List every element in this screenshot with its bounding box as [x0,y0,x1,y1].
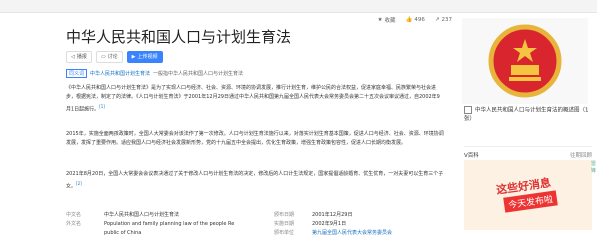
main-content: ★ 收藏 👍 496 ↗ 237 中华人民共和国人口与计划生育法 ◁ 播报 ▭ … [54,12,452,240]
synonym-link[interactable]: 中华人民共和国计划生育法 [90,70,150,77]
reference-2[interactable]: [2] [76,181,82,186]
discuss-label: 讨论 [107,54,118,60]
like-button[interactable]: 👍 496 [406,16,425,24]
star-icon: ★ [377,17,383,23]
chat-icon: ▭ [100,54,106,60]
image-caption[interactable]: 中华人民共和国人口与计划生育法的概述图（1张） [464,106,592,123]
info-value: public of China [104,229,142,236]
share-count: 237 [441,17,453,23]
upload-video-button[interactable]: ▶ 上传视频 [126,51,163,63]
vbaike-header: V百科 往期回顾 [464,146,592,159]
gallery-icon [464,106,472,114]
national-emblem-icon [488,24,562,98]
info-value: 2001年12月29日 [312,212,353,218]
paragraph-3-text: 2021年8月20日，全国人大常委会会议表决通过了关于修改人口与计划生育法的决定… [66,171,444,190]
info-key: 颁布单位 [274,230,295,236]
play-button[interactable]: ◁ 播报 [66,51,92,63]
speaker-icon: ◁ [71,54,75,60]
upload-video-label: 上传视频 [137,54,158,60]
info-value-link[interactable]: 第九届全国人民代表大会常务委员会 [312,229,392,236]
synonym-row: 同义词 中华人民共和国计划生育法 一般指中华人民共和国人口与计划生育法 [66,69,243,78]
header-actions: ★ 收藏 👍 496 ↗ 237 [378,16,452,24]
thumb-up-icon: 👍 [405,17,413,23]
info-key: 中文名 [66,212,82,218]
paragraph-2: 2015年，实施全面两孩政策时，全国人大常委会对该法作了第一次修改。人口与计划生… [66,130,444,148]
play-label: 播报 [76,54,87,60]
vbaike-title: V百科 [464,153,479,159]
past-review-link[interactable]: 往期回顾 [570,151,592,159]
info-row: 中文名 中华人民共和国人口与计划生育法 颁布日期 2001年12月29日 [66,210,440,219]
info-key: 颁布日期 [274,212,295,218]
info-value: 中华人民共和国人口与计划生育法 [104,212,180,218]
info-box: 中文名 中华人民共和国人口与计划生育法 颁布日期 2001年12月29日 外文名… [66,210,440,237]
synonym-text: 一般指中华人民共和国人口与计划生育法 [153,71,244,77]
share-icon: ↗ [434,17,440,23]
sidebar: 中华人民共和国人口与计划生育法的概述图（1张） V百科 往期回顾 这些好消息 今… [460,12,597,240]
collect-label: 收藏 [384,18,396,24]
info-row: 外文名 Population and family planning law o… [66,219,440,228]
info-row: public of China 颁布单位 第九届全国人民代表大会常务委员会 [66,228,440,237]
tool-row: ◁ 播报 ▭ 讨论 ▶ 上传视频 [66,51,163,63]
like-count: 496 [414,17,425,23]
info-value: Population and family planning law of th… [104,220,235,227]
page-title: 中华人民共和国人口与计划生育法 [66,28,292,46]
paragraph-2-text: 2015年，实施全面两孩政策时，全国人大常委会对该法作了第一次修改。人口与计划生… [66,131,444,146]
promo-banner[interactable]: 这些好消息 今天发布啦 [464,160,592,230]
edge-label: 雷锋 [591,161,597,174]
video-icon: ▶ [131,54,136,60]
share-button[interactable]: ↗ 237 [435,16,452,24]
paragraph-3: 2021年8月20日，全国人大常委会会议表决通过了关于修改人口与计划生育法的决定… [66,170,444,192]
synonym-tag: 同义词 [66,69,88,78]
discuss-button[interactable]: ▭ 讨论 [95,51,123,63]
info-key: 外文名 [66,221,82,227]
paragraph-1: 《中华人民共和国人口与计划生育法》是为了实现人口与经济、社会、资源、环境的协调发… [66,84,444,115]
summary-image[interactable] [462,18,588,104]
paragraph-1-text: 《中华人民共和国人口与计划生育法》是为了实现人口与经济、社会、资源、环境的协调发… [66,85,440,113]
collect-button[interactable]: ★ 收藏 [378,16,396,24]
image-caption-text: 中华人民共和国人口与计划生育法的概述图（1张） [464,107,589,122]
info-value: 2002年9月1日 [312,221,347,227]
reference-1[interactable]: [1] [99,104,105,109]
info-key: 实施日期 [274,221,295,227]
